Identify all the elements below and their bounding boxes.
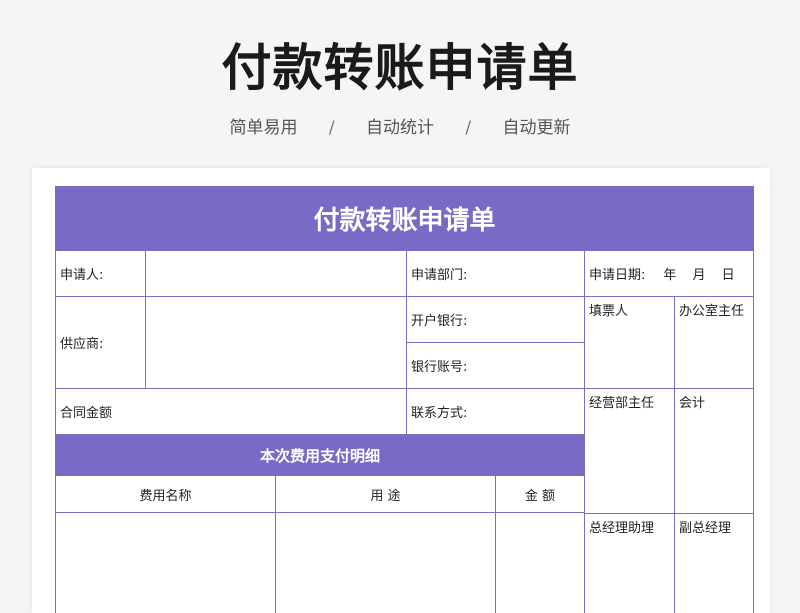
contact-label: 联系方式: [406,388,585,435]
department-label: 申请部门: [406,250,585,297]
sign-accounting[interactable]: 会计 [674,388,754,514]
contract-amount-label: 合同金额 [55,388,407,435]
tag-auto-update: 自动更新 [502,118,571,138]
sign-office-director[interactable]: 办公室主任 [674,296,754,389]
expense-name-input[interactable] [55,512,276,613]
usage-input[interactable] [275,512,496,613]
col-usage: 用 途 [275,475,496,513]
col-expense-name: 费用名称 [55,475,276,513]
supplier-input[interactable] [145,296,407,389]
sign-gm-assistant[interactable]: 总经理助理 [584,513,675,613]
applicant-label: 申请人: [55,250,146,297]
separator: / [328,118,335,138]
form-sheet: 付款转账申请单 申请人: 申请部门: 申请日期: 年 月 日 供应商: 开户银行… [32,168,770,613]
amount-input[interactable] [495,512,585,613]
date-ymd: 年 月 日 [663,268,741,283]
applicant-input[interactable] [145,250,407,297]
col-amount: 金 额 [495,475,585,513]
sign-deputy-gm[interactable]: 副总经理 [674,513,754,613]
account-label: 银行账号: [406,342,585,389]
subtitle-tags: 简单易用 / 自动统计 / 自动更新 [0,113,800,138]
date-label: 申请日期: [589,268,646,283]
payment-form: 付款转账申请单 申请人: 申请部门: 申请日期: 年 月 日 供应商: 开户银行… [55,186,754,613]
form-title: 付款转账申请单 [55,186,754,250]
sign-ops-director[interactable]: 经营部主任 [584,388,675,514]
bank-label: 开户银行: [406,296,585,343]
tag-easy: 简单易用 [229,118,298,138]
separator: / [465,118,472,138]
detail-section-header: 本次费用支付明细 [55,434,585,476]
tag-auto-stats: 自动统计 [366,118,434,138]
date-cell[interactable]: 申请日期: 年 月 日 [584,250,754,297]
supplier-label: 供应商: [55,296,146,389]
page-title: 付款转账申请单 [221,39,579,97]
sign-filler[interactable]: 填票人 [584,296,675,389]
